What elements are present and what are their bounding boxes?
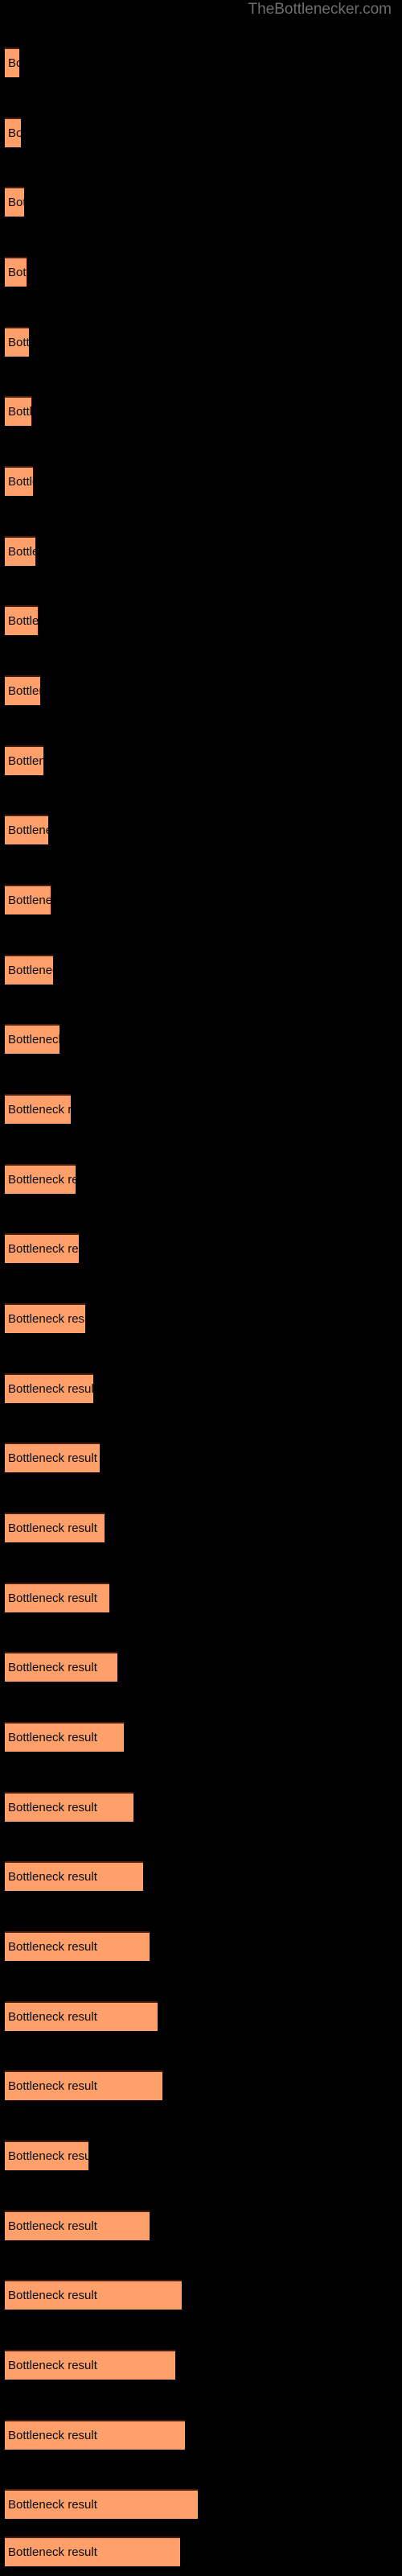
bar-label-clip: Bottleneck result xyxy=(5,2280,182,2310)
bar-label: Bottleneck result xyxy=(8,266,27,279)
bar-label-clip: Bottleneck result xyxy=(5,536,35,566)
bar-label-clip: Bottleneck result xyxy=(5,2070,162,2100)
bar-label-clip: Bottleneck result xyxy=(5,955,53,985)
bar-label-clip: Bottleneck result xyxy=(5,118,21,147)
bar-label: Bottleneck result xyxy=(8,2498,97,2512)
bar-label-clip: Bottleneck result xyxy=(5,2420,185,2450)
bar-label-clip: Bottleneck result xyxy=(5,1931,150,1961)
bar-label-clip: Bottleneck result xyxy=(5,1583,109,1612)
bar-label-clip: Bottleneck result xyxy=(5,2140,88,2170)
bar-label: Bottleneck result xyxy=(8,1940,97,1954)
bar-label: Bottleneck result xyxy=(8,1382,93,1396)
bar-label: Bottleneck result xyxy=(8,336,29,349)
bar-label-clip: Bottleneck result xyxy=(5,2350,175,2380)
bar-label-clip: Bottleneck result xyxy=(5,815,48,844)
bar-label: Bottleneck result xyxy=(8,1591,97,1605)
bar-label: Bottleneck result xyxy=(8,1661,97,1674)
bar-label-clip: Bottleneck result xyxy=(5,1443,100,1472)
bar-label: Bottleneck result xyxy=(8,1451,97,1465)
bar-label: Bottleneck result xyxy=(8,684,40,698)
bar-label: Bottleneck result xyxy=(8,475,33,489)
bar-label: Bottleneck result xyxy=(8,754,43,768)
bar-label: Bottleneck result xyxy=(8,1242,79,1256)
bar-label: Bottleneck result xyxy=(8,56,19,70)
bar-label-clip: Bottleneck result xyxy=(5,675,40,705)
bar-label-clip: Bottleneck result xyxy=(5,605,38,635)
bar-label: Bottleneck result xyxy=(8,2219,97,2233)
bar-label-clip: Bottleneck result xyxy=(5,745,43,775)
bar-label-clip: Bottleneck result xyxy=(5,2211,150,2240)
bar-label-clip: Bottleneck result xyxy=(5,47,19,77)
bar-label: Bottleneck result xyxy=(8,2545,97,2559)
bar-label-clip: Bottleneck result xyxy=(5,327,29,357)
bar-label-clip: Bottleneck result xyxy=(5,2537,180,2566)
bar-label: Bottleneck result xyxy=(8,2079,97,2093)
bar-label: Bottleneck result xyxy=(8,545,35,559)
bar-label-clip: Bottleneck result xyxy=(5,1164,76,1194)
bar-label-clip: Bottleneck result xyxy=(5,257,27,287)
bar-label: Bottleneck result xyxy=(8,614,38,628)
bar-label: Bottleneck result xyxy=(8,126,21,140)
bar-label-clip: Bottleneck result xyxy=(5,1094,71,1124)
bar-label: Bottleneck result xyxy=(8,2289,97,2302)
bars-layer: Bottleneck result Bottleneck result Bottle… xyxy=(0,0,402,2576)
bar-label-clip: Bottleneck result xyxy=(5,2001,158,2031)
bar-label: Bottleneck result xyxy=(8,1521,97,1535)
bar-label: Bottleneck result xyxy=(8,1173,76,1187)
bar-label-clip: Bottleneck result xyxy=(5,1373,93,1403)
bar-label-clip: Bottleneck result xyxy=(5,396,31,426)
bar-label-clip: Bottleneck result xyxy=(5,1652,117,1682)
bar-label: Bottleneck result xyxy=(8,1033,59,1046)
bar-label: Bottleneck result xyxy=(8,894,51,907)
bar-label: Bottleneck result xyxy=(8,2010,97,2024)
bar-label: Bottleneck result xyxy=(8,964,53,977)
bar-label: Bottleneck result xyxy=(8,405,31,419)
bar-label: Bottleneck result xyxy=(8,2429,97,2442)
bar-label: Bottleneck result xyxy=(8,2149,88,2163)
bar-label-clip: Bottleneck result xyxy=(5,1233,79,1263)
bar-label: Bottleneck result xyxy=(8,1103,71,1117)
bar-label-clip: Bottleneck result xyxy=(5,187,24,217)
bar-label-clip: Bottleneck result xyxy=(5,466,33,496)
bar-label-clip: Bottleneck result xyxy=(5,885,51,914)
bottleneck-bar-chart: TheBottlenecker.com Bottleneck resultBot… xyxy=(0,0,402,2576)
bar-label: Bottleneck result xyxy=(8,1731,97,1744)
bar-label-clip: Bottleneck result xyxy=(5,2489,198,2519)
bar-label: Bottleneck result xyxy=(8,1312,85,1326)
bar-label-clip: Bottleneck result xyxy=(5,1303,85,1333)
bar-label-clip: Bottleneck result xyxy=(5,1792,133,1822)
bar-label: Bottleneck result xyxy=(8,1801,97,1814)
bar-label-clip: Bottleneck result xyxy=(5,1722,124,1752)
bar-label-clip: Bottleneck result xyxy=(5,1513,105,1542)
bar-label: Bottleneck result xyxy=(8,1870,97,1884)
bar-label: Bottleneck result xyxy=(8,824,48,837)
bar-label-clip: Bottleneck result xyxy=(5,1024,59,1054)
bar-label-clip: Bottleneck result xyxy=(5,1861,143,1891)
bar-label: Bottleneck result xyxy=(8,196,24,209)
bar-label: Bottleneck result xyxy=(8,2359,97,2372)
